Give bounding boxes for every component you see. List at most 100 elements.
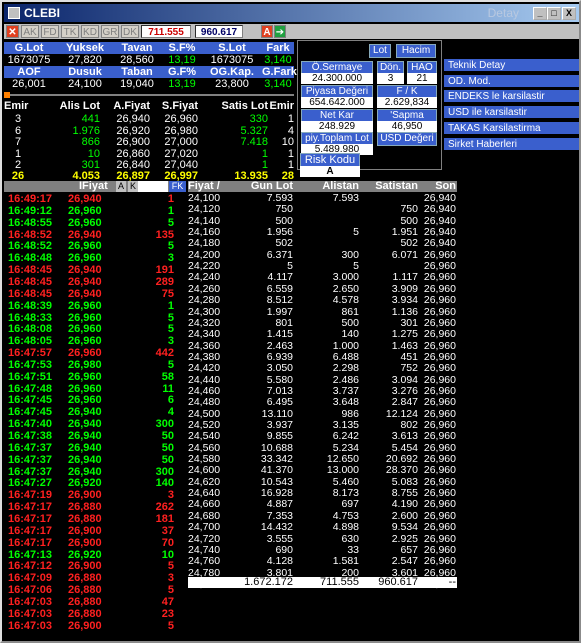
levels-cell: 13.000 — [326, 464, 359, 477]
menu-item[interactable]: USD ile karsilastir — [444, 106, 579, 120]
depth-cell: 10 — [87, 147, 100, 160]
levels-cell: 24,680 — [188, 509, 221, 522]
minimize-button[interactable]: _ — [533, 7, 547, 20]
levels-cell: 5 — [353, 260, 359, 273]
levels-cell: 24,180 — [188, 237, 221, 250]
summary-header: S.Lot — [218, 42, 246, 54]
levels-cell: 26,960 — [423, 532, 456, 545]
lot-button[interactable]: Lot — [369, 44, 391, 58]
trade-price: 26,900 — [68, 536, 102, 549]
close-button[interactable]: X — [562, 7, 576, 20]
levels-total-cell: 711.555 — [320, 576, 359, 588]
trade-lot: 300 — [155, 465, 174, 478]
trades-header-k[interactable]: K — [128, 181, 138, 192]
trade-lot: 191 — [155, 264, 174, 277]
usd-label[interactable]: USD Değeri — [377, 132, 437, 146]
levels-cell: 24,660 — [188, 498, 221, 511]
trade-lot: 140 — [155, 477, 174, 490]
trade-price: 26,940 — [68, 264, 102, 277]
trade-price: 26,900 — [68, 524, 102, 537]
trade-price: 26,960 — [68, 240, 102, 253]
trade-time: 16:47:37 — [8, 453, 53, 466]
levels-cell: 5.580 — [266, 373, 293, 386]
depth-cell: 1 — [14, 147, 22, 160]
piyasa-value: 654.642.000 — [301, 97, 373, 108]
trades-header-fk[interactable]: FK — [169, 181, 186, 192]
trade-price: 26,940 — [68, 430, 102, 442]
levels-header-cell: Alistan — [322, 180, 359, 192]
trade-lot: 70 — [161, 536, 174, 549]
trade-time: 16:47:51 — [8, 370, 53, 383]
levels-cell: 26,960 — [423, 316, 456, 329]
summary-header: Taban — [121, 66, 153, 78]
title-bar[interactable]: CLEBI Detay _ □ X — [4, 4, 579, 22]
menu-item[interactable]: OD. Mod. — [444, 74, 579, 88]
levels-header-cell: Satistan — [375, 180, 418, 192]
trade-time: 16:47:19 — [8, 489, 53, 502]
levels-cell: 8.755 — [391, 487, 418, 500]
trade-time: 16:48:45 — [8, 275, 53, 288]
trade-price: 26,980 — [68, 358, 102, 371]
hao-value: 21 — [407, 73, 437, 84]
menu-item[interactable]: ENDEKS le karsilastir — [444, 90, 579, 104]
levels-cell: 16.928 — [260, 487, 293, 500]
levels-cell: 6.559 — [266, 282, 293, 295]
toolbar-button-dk[interactable]: DK — [121, 25, 139, 38]
toolbar-button-fd[interactable]: FD — [41, 25, 59, 38]
depth-cell: 10 — [281, 136, 294, 149]
trade-time: 16:48:45 — [8, 264, 53, 277]
toolbar-button-tk[interactable]: TK — [61, 25, 79, 38]
trade-lot: 3 — [167, 489, 174, 502]
levels-cell: 3.613 — [391, 430, 418, 443]
maximize-button[interactable]: □ — [547, 7, 561, 20]
levels-cell: 1.956 — [266, 226, 293, 239]
levels-cell: 3.934 — [391, 294, 418, 307]
hacim-button[interactable]: Hacim — [396, 44, 436, 58]
toolbar-close-icon[interactable]: ✕ — [6, 25, 19, 38]
depth-cell: 1 — [287, 147, 294, 160]
trade-lot: 3 — [167, 252, 174, 265]
menu-item[interactable]: Teknik Detay — [444, 59, 579, 72]
toolbar-arrow-icon[interactable]: ➔ — [274, 25, 286, 38]
trade-price: 26,880 — [68, 501, 102, 514]
levels-cell: 2.298 — [332, 362, 359, 375]
trade-time: 16:49:17 — [8, 193, 53, 205]
trade-lot: 262 — [155, 501, 174, 514]
toolbar-button-gr[interactable]: GR — [101, 25, 119, 38]
summary-value: 19,040 — [120, 78, 154, 90]
levels-cell: 657 — [400, 543, 418, 556]
window-menu-icon[interactable] — [8, 7, 20, 19]
menu-item[interactable]: Sirket Haberleri — [444, 137, 579, 151]
levels-header-cell[interactable]: Fiyat / — [188, 180, 227, 192]
detay-label: Detay — [487, 6, 519, 20]
trade-lot: 5 — [167, 560, 174, 573]
menu-item[interactable]: TAKAS Karsilastirma — [444, 121, 579, 135]
summary-value: 27,820 — [68, 54, 102, 66]
toolbar-button-kd[interactable]: KD — [81, 25, 99, 38]
levels-cell: 26,960 — [423, 430, 456, 443]
price-slider[interactable] — [4, 91, 294, 99]
levels-cell: 26,960 — [423, 328, 456, 341]
trade-price: 26,940 — [68, 418, 102, 431]
toolbar: ✕ AK FD TK KD GR DK 711.555 960.617 A ➔ — [4, 24, 579, 39]
levels-cell: 26,960 — [423, 487, 456, 500]
levels-cell: 24,120 — [188, 203, 221, 216]
trade-time: 16:47:17 — [8, 501, 53, 514]
trade-price: 26,880 — [68, 607, 102, 620]
depth-cell: 26,960 — [164, 113, 198, 125]
trades-header-a[interactable]: A — [116, 181, 126, 192]
trades-header-filter[interactable] — [138, 181, 168, 192]
sapma-value: 46,950 — [377, 121, 437, 132]
trade-price: 26,960 — [68, 252, 102, 265]
levels-cell: 802 — [400, 419, 418, 431]
trade-time: 16:47:38 — [8, 430, 53, 442]
trade-price: 26,920 — [68, 548, 102, 561]
levels-cell: 630 — [341, 532, 359, 545]
toolbar-a-button[interactable]: A — [261, 25, 273, 38]
levels-cell: 690 — [275, 543, 293, 556]
levels-cell: 500 — [400, 214, 418, 227]
toolbar-button-ak[interactable]: AK — [21, 25, 39, 38]
sermaye-value: 24.300.000 — [301, 73, 373, 84]
levels-cell: 2.463 — [266, 339, 293, 352]
summary-value: 3,140 — [264, 78, 292, 90]
